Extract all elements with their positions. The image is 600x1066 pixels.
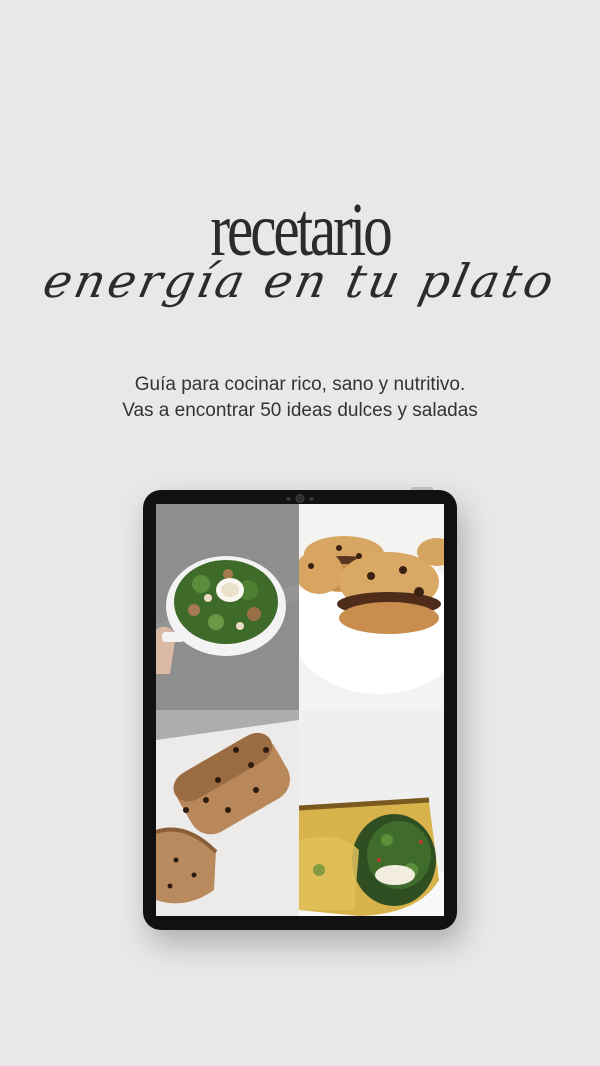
description-line-1: Guía para cocinar rico, sano y nutritivo… [134,374,466,395]
tablet-mockup [143,487,457,930]
tablet-screen [156,504,444,916]
description: Guía para cocinar rico, sano y nutritivo… [0,372,600,424]
tablet-button [411,487,433,490]
description-line-2: Vas a encontrar 50 ideas dulces y salada… [122,400,478,421]
camera-icon [295,494,305,503]
camera-bar [286,494,314,503]
loaf-photo [156,710,299,916]
cookies-photo [299,504,444,710]
wrap-photo [299,710,444,916]
subtitle-script: energía en tu plato [38,254,562,308]
salad-photo [156,504,299,710]
